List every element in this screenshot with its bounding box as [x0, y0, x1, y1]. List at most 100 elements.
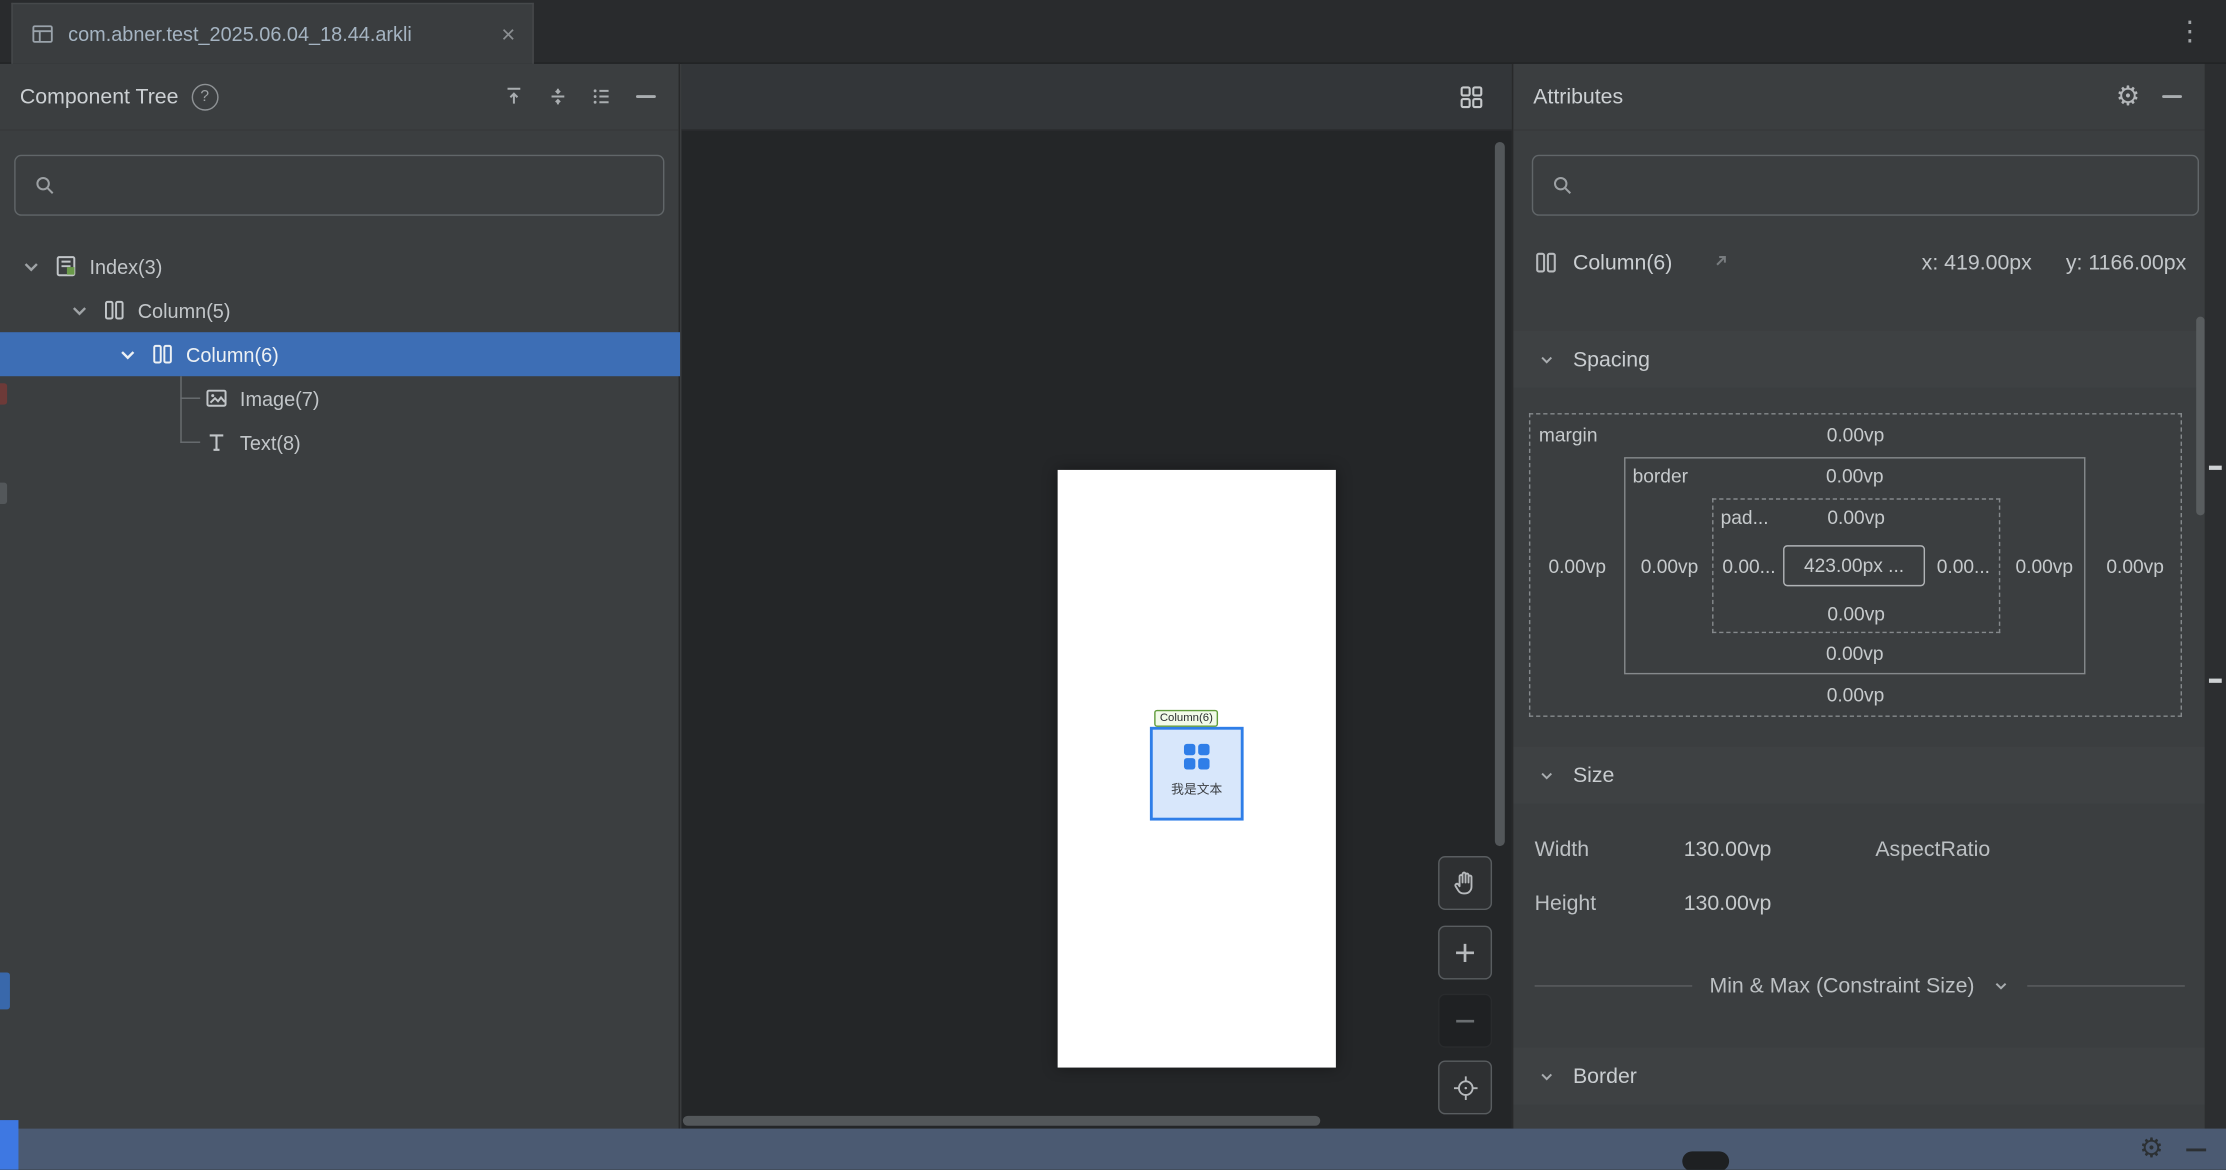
- zoom-out-button[interactable]: −: [1438, 993, 1493, 1048]
- column-icon: [102, 298, 126, 322]
- tree-node-label: Image(7): [239, 386, 320, 410]
- list-view-icon[interactable]: [589, 84, 615, 110]
- aspect-ratio-label: AspectRatio: [1875, 836, 1991, 862]
- pan-tool-button[interactable]: [1438, 856, 1493, 910]
- tree-node-text[interactable]: Text(8): [0, 420, 680, 464]
- canvas-toolbar: [681, 63, 1512, 131]
- border-section-header[interactable]: Border: [1513, 1048, 2206, 1105]
- tab-bar: com.abner.test_2025.06.04_18.44.arkli × …: [0, 0, 2226, 64]
- spacing-section-header[interactable]: Spacing: [1513, 331, 2206, 388]
- file-icon: [30, 21, 56, 47]
- height-label: Height: [1534, 890, 1597, 915]
- y-coordinate: y: 1166.00px: [2065, 250, 2187, 275]
- grid-view-icon[interactable]: [1458, 84, 1484, 110]
- locate-component-button[interactable]: [1438, 1060, 1493, 1115]
- padding-bottom-value: 0.00vp: [1827, 603, 1885, 625]
- close-icon[interactable]: ×: [501, 22, 515, 46]
- height-row: Height 130.00vp: [1513, 882, 2206, 925]
- chevron-down-icon[interactable]: [20, 255, 43, 278]
- gear-icon[interactable]: ⚙: [2139, 1135, 2163, 1163]
- component-tree-search[interactable]: [14, 154, 665, 216]
- tree-node-label: Text(8): [239, 430, 301, 454]
- attributes-header: Attributes ⚙: [1513, 64, 2205, 131]
- collapse-all-icon[interactable]: [545, 84, 571, 110]
- editor-tab[interactable]: com.abner.test_2025.06.04_18.44.arkli ×: [11, 2, 534, 64]
- preview-text: 我是文本: [1171, 782, 1223, 797]
- gutter-mark: [0, 383, 8, 405]
- height-value: 130.00vp: [1683, 890, 1772, 915]
- tree-node-image[interactable]: Image(7): [0, 376, 680, 420]
- column-icon: [150, 342, 174, 366]
- component-coordinates: x: 419.00px y: 1166.00px: [1922, 251, 2187, 275]
- hide-panel-icon[interactable]: [633, 84, 659, 110]
- divider: [2027, 984, 2185, 986]
- chevron-down-icon[interactable]: [68, 299, 91, 322]
- tab-title: com.abner.test_2025.06.04_18.44.arkli: [68, 22, 412, 46]
- attributes-panel: Attributes ⚙ Column(6) x: 419.00px y: 11…: [1511, 63, 2206, 1129]
- minmax-expander[interactable]: Min & Max (Constraint Size): [1513, 964, 2206, 1007]
- tree-node-label: Index(3): [89, 254, 163, 278]
- crosshair-icon: [1450, 1073, 1480, 1103]
- stripe-mark: [2208, 465, 2222, 470]
- help-icon[interactable]: ?: [191, 83, 219, 111]
- canvas-horizontal-scrollbar[interactable]: [682, 1115, 1321, 1126]
- jump-to-source-icon[interactable]: [1706, 250, 1732, 276]
- stripe-mark: [2208, 678, 2222, 683]
- hide-panel-icon[interactable]: [2159, 84, 2185, 110]
- chevron-down-icon: [1992, 976, 2010, 994]
- margin-bottom-value: 0.00vp: [1826, 684, 1885, 706]
- chevron-down-icon: [1537, 1067, 1555, 1085]
- page-icon: [54, 254, 78, 278]
- selection-tag: Column(6): [1154, 709, 1219, 727]
- width-row: Width 130.00vp AspectRatio: [1513, 828, 2206, 871]
- component-tree-header: Component Tree ?: [0, 64, 679, 131]
- image-icon: [204, 386, 228, 410]
- hide-panel-icon[interactable]: [2186, 1147, 2207, 1151]
- preview-image-icon: [1183, 742, 1211, 770]
- more-options-icon[interactable]: ⋮: [2176, 16, 2203, 49]
- attributes-search[interactable]: [1531, 154, 2200, 216]
- selected-component-name: Column(6): [1572, 250, 1673, 275]
- component-tree-title: Component Tree: [19, 84, 179, 109]
- chevron-down-icon: [1537, 766, 1555, 784]
- device-preview[interactable]: Column(6) 我是文本: [1057, 469, 1336, 1068]
- search-input[interactable]: [69, 172, 648, 199]
- tree-guide-line: [180, 376, 182, 443]
- padding-top-value: 0.00vp: [1827, 506, 1885, 529]
- attributes-scrollbar[interactable]: [2196, 316, 2205, 516]
- hand-icon: [1450, 868, 1480, 898]
- border-label: border: [1632, 465, 1688, 487]
- gear-icon[interactable]: ⚙: [2115, 82, 2141, 109]
- error-stripe: [2204, 63, 2226, 1129]
- tree-node-index[interactable]: Index(3): [0, 244, 680, 288]
- tree-guide-line: [180, 441, 201, 443]
- tree-node-column6-selected[interactable]: Column(6): [0, 332, 681, 377]
- chevron-down-icon[interactable]: [116, 343, 139, 366]
- minmax-label: Min & Max (Constraint Size): [1709, 973, 1975, 998]
- x-coordinate: x: 419.00px: [1921, 250, 2032, 275]
- bottom-scroll-thumb[interactable]: [1682, 1151, 1730, 1170]
- chevron-down-icon: [1537, 350, 1555, 368]
- selected-component-row: Column(6) x: 419.00px y: 1166.00px: [1513, 231, 2206, 293]
- border-section-title: Border: [1572, 1064, 1637, 1089]
- search-icon: [1549, 172, 1575, 198]
- bottom-left-accent: [0, 1120, 19, 1170]
- gutter-mark: [0, 482, 8, 504]
- column-icon: [1533, 250, 1559, 276]
- margin-left-value: 0.00vp: [1548, 555, 1607, 578]
- border-bottom-value: 0.00vp: [1825, 643, 1884, 665]
- expand-all-icon[interactable]: [501, 84, 527, 110]
- canvas-vertical-scrollbar[interactable]: [1494, 141, 1505, 847]
- design-canvas[interactable]: Column(6) 我是文本 + −: [681, 63, 1512, 1129]
- attributes-title: Attributes: [1533, 84, 1624, 109]
- size-section-title: Size: [1572, 763, 1615, 788]
- selected-component-column6[interactable]: Column(6) 我是文本: [1149, 709, 1244, 821]
- spacing-section-title: Spacing: [1572, 347, 1650, 372]
- box-model-content[interactable]: 423.00px ...: [1783, 545, 1926, 587]
- search-input[interactable]: [1587, 172, 2182, 199]
- size-section-header[interactable]: Size: [1513, 747, 2206, 804]
- border-top-value: 0.00vp: [1825, 465, 1884, 487]
- zoom-in-button[interactable]: +: [1438, 925, 1493, 980]
- tree-node-column5[interactable]: Column(5): [0, 288, 680, 332]
- search-icon: [31, 172, 57, 198]
